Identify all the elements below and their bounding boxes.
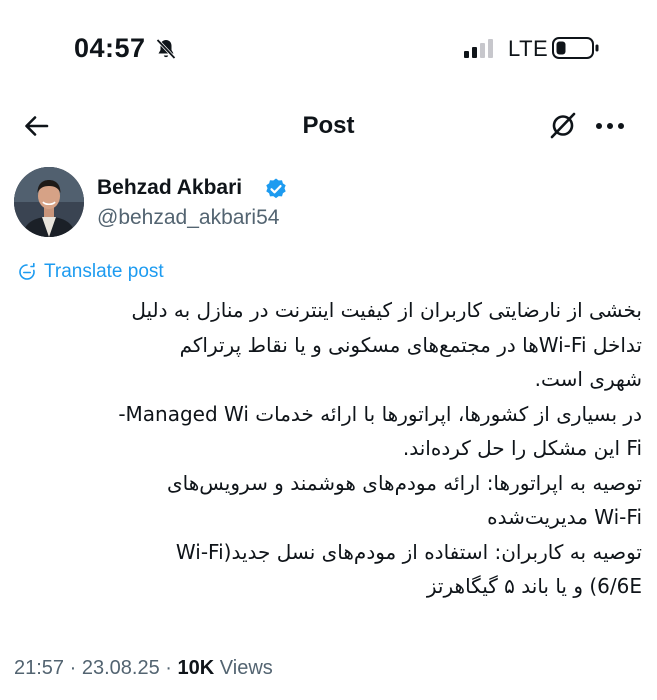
battery-icon xyxy=(552,37,599,59)
post-line: شهری است. xyxy=(534,367,642,391)
post-line: در بسیاری از کشورها، اپراتورها با ارائه … xyxy=(118,401,642,426)
bell-off-icon xyxy=(156,38,176,60)
more-icon[interactable] xyxy=(594,112,626,140)
nav-bar: Post xyxy=(0,100,657,152)
separator: · xyxy=(165,657,172,679)
post-line: Wi-Fi مدیریت‌شده xyxy=(487,505,642,529)
post-line: تداخل Wi-Fiها در مجتمع‌های مسکونی و یا ن… xyxy=(179,332,642,357)
author-name[interactable]: Behzad Akbari xyxy=(97,176,242,200)
avatar[interactable] xyxy=(14,167,84,237)
post-time[interactable]: 21:57 xyxy=(14,657,64,679)
translate-label[interactable]: Translate post xyxy=(44,261,164,283)
views-label: Views xyxy=(219,657,273,679)
post-line: توصیه به کاربران: استفاده از مودم‌های نس… xyxy=(175,539,642,564)
author-handle[interactable]: @behzad_akbari54 xyxy=(97,206,279,230)
views-count[interactable]: 10K xyxy=(178,657,215,679)
status-time: 04:57 xyxy=(74,33,146,63)
post-line: توصیه به اپراتورها: ارائه مودم‌های هوشمن… xyxy=(167,470,642,495)
post-line: 6/6E) و یا باند ۵ گیگاهرتز xyxy=(426,574,642,598)
post-text: بخشی از نارضایتی کاربران از کیفیت اینترن… xyxy=(14,293,642,604)
cellular-signal-icon xyxy=(464,39,493,58)
grok-icon[interactable] xyxy=(548,110,578,140)
separator: · xyxy=(69,657,77,679)
translate-icon xyxy=(19,263,35,280)
network-type: LTE xyxy=(508,36,549,61)
verified-badge-icon[interactable] xyxy=(264,177,288,201)
post-line: Fi این مشکل را حل کرده‌اند. xyxy=(402,436,642,460)
post-line: بخشی از نارضایتی کاربران از کیفیت اینترن… xyxy=(131,298,642,322)
post-meta: 21:57 · 23.08.25 · 10K Views xyxy=(14,657,273,680)
avatar-image xyxy=(14,167,84,237)
status-bar: 04:57 LTE xyxy=(0,0,657,96)
translate-post-link[interactable]: Translate post xyxy=(18,259,164,285)
post-date[interactable]: 23.08.25 xyxy=(82,657,160,679)
